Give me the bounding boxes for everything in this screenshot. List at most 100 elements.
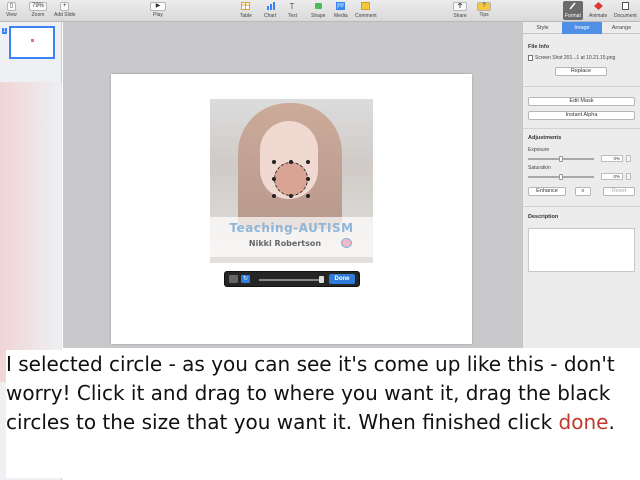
comment-label: Comment xyxy=(355,13,377,19)
tab-arrange[interactable]: Arrange xyxy=(602,22,640,34)
add-slide-control[interactable]: + Add Slide xyxy=(54,2,75,18)
tips-label: Tips xyxy=(479,12,489,18)
chart-label: Chart xyxy=(264,13,277,19)
resize-handle-bottom-right[interactable] xyxy=(306,194,310,198)
saturation-slider-knob[interactable] xyxy=(559,174,563,180)
zoom-label: Zoom xyxy=(31,12,45,18)
enhance-button[interactable]: Enhance xyxy=(528,187,566,196)
mask-edit-hud: ↻ Done xyxy=(224,271,360,287)
play-label: Play xyxy=(153,12,163,18)
scale-slider-track[interactable] xyxy=(259,279,323,281)
chart-icon[interactable] xyxy=(266,2,275,10)
paintbrush-icon[interactable] xyxy=(568,2,577,10)
comment-icon[interactable] xyxy=(361,2,371,10)
resize-handle-right[interactable] xyxy=(306,177,310,181)
edit-mask-button[interactable]: Edit Mask xyxy=(528,97,635,106)
file-icon xyxy=(528,55,533,61)
view-label: View xyxy=(6,12,17,18)
exposure-slider-knob[interactable] xyxy=(559,156,563,162)
question-icon: ? xyxy=(482,3,486,9)
chart-control[interactable]: Chart xyxy=(264,2,276,19)
shape-label: Shape xyxy=(311,13,326,19)
replace-button[interactable]: Replace xyxy=(555,67,607,76)
view-control[interactable]: ▯ View xyxy=(6,2,17,18)
caption: I selected circle - as you can see it's … xyxy=(6,350,634,478)
divider xyxy=(523,86,640,87)
instant-alpha-button[interactable]: Instant Alpha xyxy=(528,111,635,120)
tab-image[interactable]: Image xyxy=(562,22,602,34)
resize-handle-bottom[interactable] xyxy=(289,194,293,198)
table-control[interactable]: Table xyxy=(240,2,252,19)
watermark-title: Teaching-AUTISM xyxy=(229,221,354,235)
zoom-control[interactable]: 79% Zoom xyxy=(29,2,48,18)
table-icon[interactable] xyxy=(241,2,251,10)
saturation-field[interactable]: 0% xyxy=(601,173,623,180)
saturation-stepper[interactable] xyxy=(626,173,631,180)
slide-number: 1 xyxy=(2,28,7,34)
divider xyxy=(523,206,640,207)
view-button[interactable]: ▯ xyxy=(6,2,17,11)
description-field[interactable] xyxy=(528,228,635,272)
watermark-subtitle: Nikki Robertson xyxy=(248,239,322,248)
tips-button[interactable]: ? xyxy=(477,2,491,11)
image-size-icon[interactable] xyxy=(229,275,238,283)
thumbnail-image-dot xyxy=(31,39,34,42)
slide-thumbnail[interactable] xyxy=(9,26,55,59)
levels-button[interactable]: ≡ xyxy=(575,187,591,196)
text-icon[interactable]: T xyxy=(288,2,297,10)
play-control[interactable]: ▶ Play xyxy=(150,2,166,18)
text-label: Text xyxy=(288,13,298,19)
caption-done-word: done xyxy=(558,410,609,434)
slide-photo[interactable]: Teaching-AUTISM Nikki Robertson xyxy=(210,99,373,263)
table-label: Table xyxy=(240,13,252,19)
description-heading: Description xyxy=(528,214,559,220)
document-icon[interactable] xyxy=(621,2,630,10)
resize-handle-top[interactable] xyxy=(289,160,293,164)
exposure-field[interactable]: 0% xyxy=(601,155,623,162)
resize-handle-bottom-left[interactable] xyxy=(272,194,276,198)
comment-control[interactable]: Comment xyxy=(355,2,377,19)
exposure-stepper[interactable] xyxy=(626,155,631,162)
caption-body: I selected circle - as you can see it's … xyxy=(6,352,615,434)
format-control[interactable]: Format xyxy=(563,1,583,20)
media-control[interactable]: Media xyxy=(334,2,348,19)
format-inspector: Style Image Arrange File Info Screen Sho… xyxy=(522,22,640,348)
format-label: Format xyxy=(565,13,581,19)
share-icon xyxy=(457,2,463,8)
diamond-icon[interactable] xyxy=(593,2,603,10)
media-icon[interactable] xyxy=(336,2,346,10)
scale-slider-knob[interactable] xyxy=(319,276,324,283)
share-label: Share xyxy=(453,13,467,19)
circle-mask-shape[interactable] xyxy=(274,162,308,196)
file-name: Screen Shot 201...1 at 10.21.15.png xyxy=(535,55,616,61)
saturation-label: Saturation xyxy=(528,165,551,171)
zoom-dropdown[interactable]: 79% xyxy=(29,2,48,11)
slide[interactable]: Teaching-AUTISM Nikki Robertson xyxy=(111,74,472,344)
text-control[interactable]: T Text xyxy=(288,2,297,19)
exposure-label: Exposure xyxy=(528,147,550,153)
share-button[interactable] xyxy=(453,2,467,11)
resize-handle-top-right[interactable] xyxy=(306,160,310,164)
reset-button[interactable]: Reset xyxy=(603,187,635,196)
done-button[interactable]: Done xyxy=(329,274,355,284)
document-control[interactable]: Document xyxy=(614,2,637,19)
resize-handle-top-left[interactable] xyxy=(272,160,276,164)
document-label: Document xyxy=(614,13,637,19)
toolbar: ▯ View 79% Zoom + Add Slide ▶ Play Table… xyxy=(0,0,640,22)
resize-handle-left[interactable] xyxy=(272,177,276,181)
shape-icon[interactable] xyxy=(314,2,323,10)
share-control[interactable]: Share xyxy=(453,2,467,19)
animate-control[interactable]: Animate xyxy=(589,2,607,19)
inspector-tabs: Style Image Arrange xyxy=(523,22,640,34)
tab-style[interactable]: Style xyxy=(523,22,562,34)
add-slide-button[interactable]: + xyxy=(59,2,70,11)
caption-end: . xyxy=(608,410,615,434)
adjustments-heading: Adjustments xyxy=(528,135,562,141)
sliders-icon: ≡ xyxy=(581,188,585,194)
tips-control[interactable]: ? Tips xyxy=(477,2,491,18)
mask-size-icon[interactable]: ↻ xyxy=(241,275,250,283)
navigator-background xyxy=(0,82,62,382)
svg-text:T: T xyxy=(290,2,295,10)
play-button[interactable]: ▶ xyxy=(150,2,166,11)
shape-control[interactable]: Shape xyxy=(311,2,325,19)
